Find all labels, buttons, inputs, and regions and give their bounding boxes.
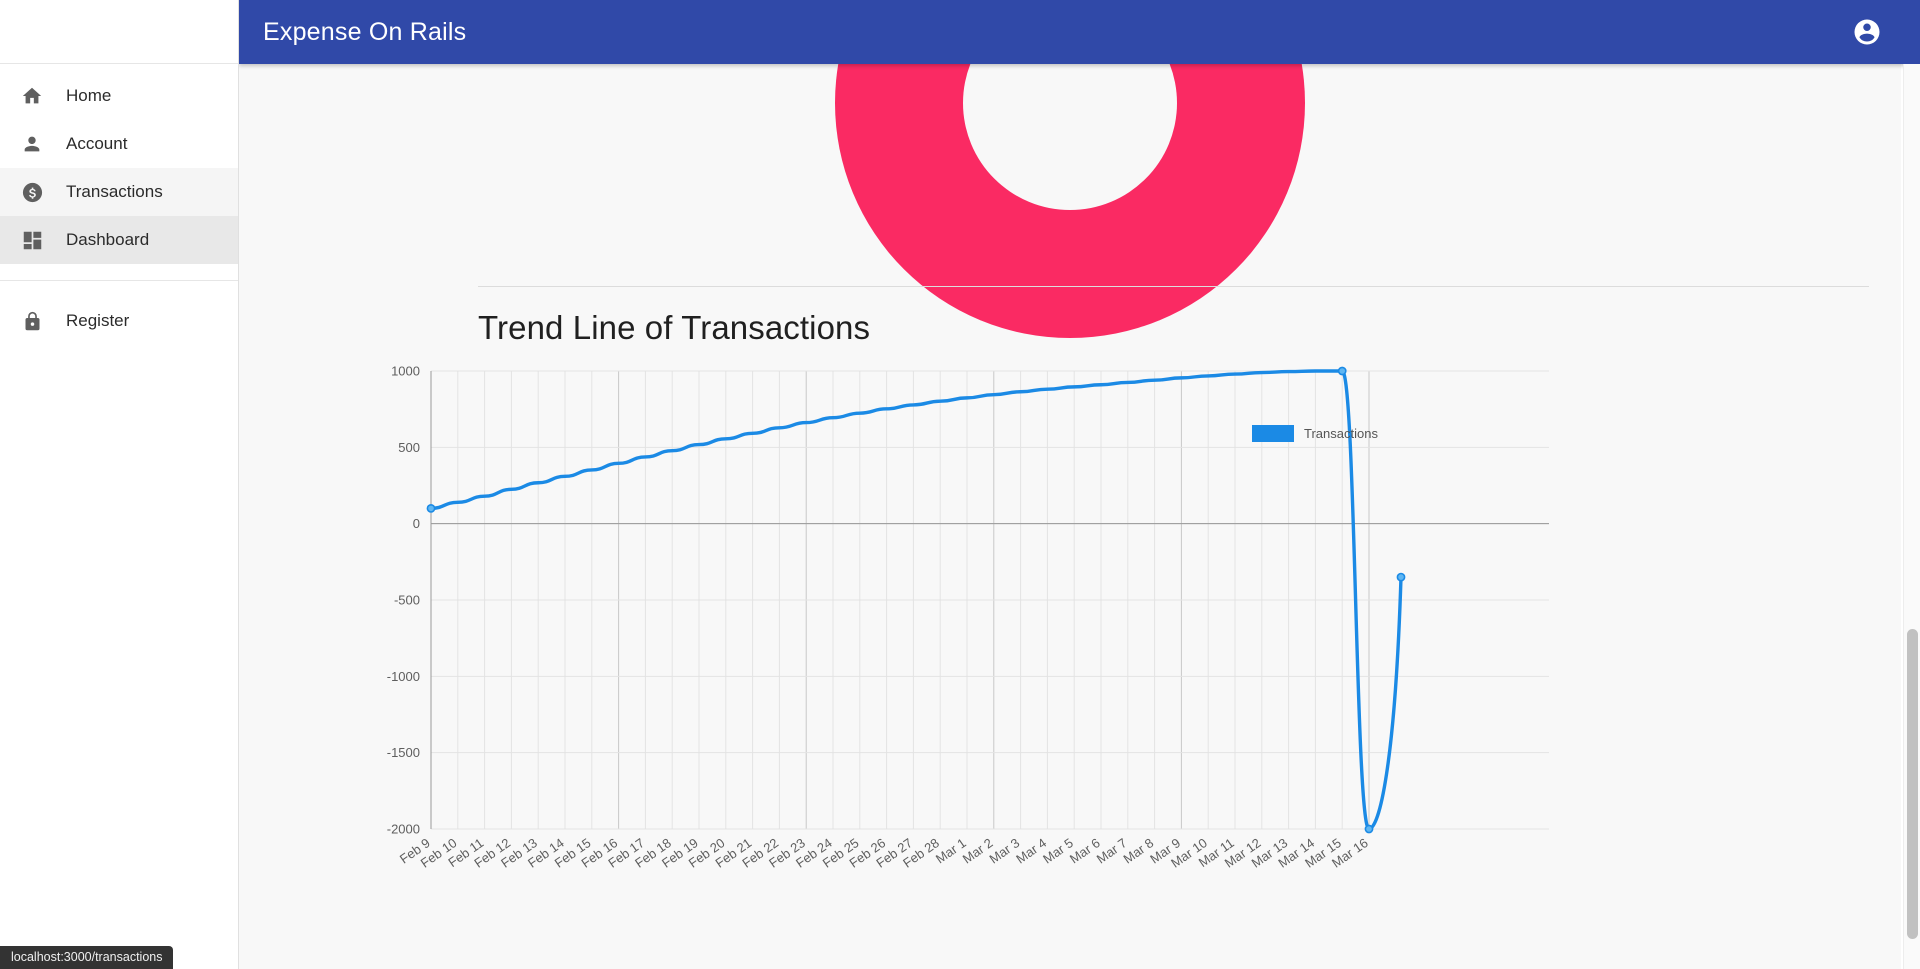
lock-icon bbox=[18, 307, 46, 335]
sidebar-item-label: Dashboard bbox=[66, 230, 150, 249]
home-icon bbox=[18, 82, 46, 110]
y-axis-tick: -500 bbox=[394, 593, 420, 608]
sidebar-item-dashboard[interactable]: Dashboard bbox=[0, 216, 238, 264]
trend-line-chart[interactable]: 1000 500 0 -500 -1000 -1500 -2000 Feb 9Feb 10F… bbox=[239, 359, 1901, 919]
data-point-marker bbox=[1396, 572, 1406, 582]
sidebar-item-label: Transactions bbox=[66, 182, 163, 201]
sidebar-item-label: Register bbox=[66, 311, 130, 330]
sidebar-item-home[interactable]: Home bbox=[0, 72, 238, 120]
chart-legend[interactable]: Transactions bbox=[1252, 425, 1378, 442]
main-content: Trend Line of Transactions Transactions … bbox=[239, 64, 1901, 969]
y-axis-tick: -2000 bbox=[387, 822, 420, 837]
sidebar-item-transactions[interactable]: Transactions bbox=[0, 168, 238, 216]
account-circle-icon[interactable] bbox=[1852, 17, 1882, 47]
y-axis-tick: -1500 bbox=[387, 745, 420, 760]
chart-gridlines bbox=[430, 370, 1549, 830]
data-point-marker bbox=[426, 503, 436, 513]
trend-line-card: Trend Line of Transactions Transactions … bbox=[239, 286, 1901, 919]
scrollbar-thumb[interactable] bbox=[1907, 629, 1918, 939]
y-axis-tick: 1000 bbox=[391, 364, 420, 379]
legend-color-swatch bbox=[1252, 425, 1294, 442]
status-bar-url: localhost:3000/transactions bbox=[0, 946, 174, 969]
y-axis-tick: -1000 bbox=[387, 669, 420, 684]
app-root: Home Account Transactions Dashboard Regi… bbox=[0, 0, 1920, 969]
section-divider bbox=[478, 286, 1869, 287]
page-scrollbar[interactable] bbox=[1903, 64, 1920, 969]
y-axis-tick: 500 bbox=[398, 440, 420, 455]
sidebar-divider bbox=[0, 280, 238, 281]
data-point-marker bbox=[1364, 824, 1374, 834]
sidebar-item-label: Home bbox=[66, 86, 112, 105]
legend-label: Transactions bbox=[1304, 426, 1378, 441]
dollar-circle-icon bbox=[18, 178, 46, 206]
person-icon bbox=[18, 130, 46, 158]
y-axis-tick: 0 bbox=[413, 516, 420, 531]
sidebar-header bbox=[0, 0, 238, 64]
chart-x-axis-labels: Feb 9Feb 10Feb 11Feb 12Feb 13Feb 14Feb 1… bbox=[397, 835, 1371, 871]
dashboard-grid-icon bbox=[18, 226, 46, 254]
chart-y-axis-labels: 1000 500 0 -500 -1000 -1500 -2000 bbox=[387, 364, 420, 837]
data-point-marker bbox=[1337, 366, 1347, 376]
sidebar: Home Account Transactions Dashboard Regi… bbox=[0, 0, 239, 969]
app-title: Expense On Rails bbox=[263, 17, 467, 46]
sidebar-item-register[interactable]: Register bbox=[0, 297, 238, 345]
app-bar: Expense On Rails bbox=[239, 0, 1920, 64]
page-title: Trend Line of Transactions bbox=[478, 309, 871, 346]
sidebar-item-label: Account bbox=[66, 134, 128, 153]
sidebar-item-account[interactable]: Account bbox=[0, 120, 238, 168]
